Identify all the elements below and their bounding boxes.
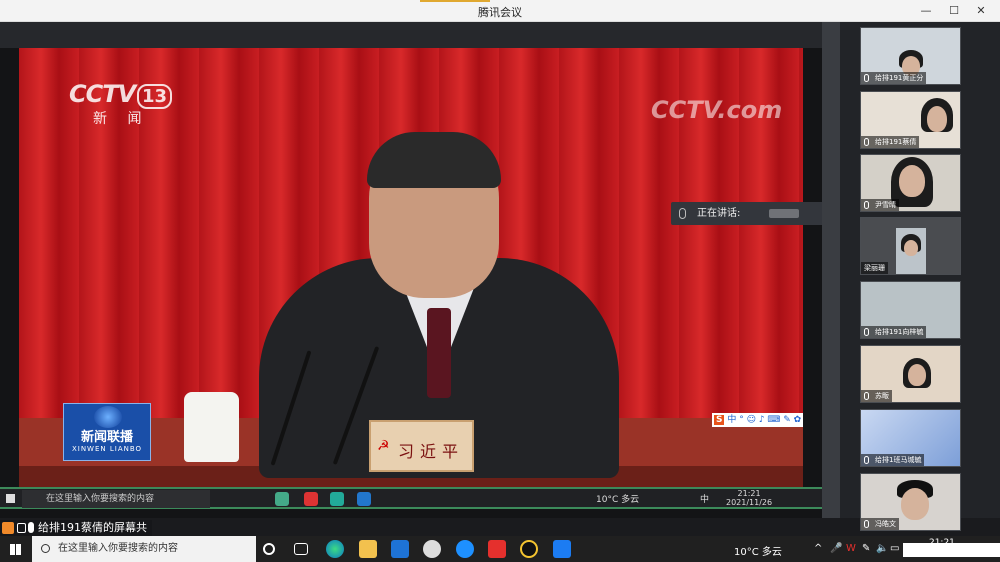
participant-face	[901, 488, 929, 520]
feishu-icon[interactable]	[456, 540, 474, 558]
qq-icon[interactable]	[520, 540, 538, 558]
shared-meeting-icon	[357, 492, 371, 506]
shared-screen: CCTV 13 新 闻 CCTV.com ☭ 习近平 新闻联播 XINWEN L…	[0, 48, 822, 518]
participant-tile[interactable]: 给排1班马城毓	[860, 409, 961, 467]
windows-taskbar: 在这里输入你要搜索的内容 10°C 多云 ^ 🎤 W ✎ 🔈 ▭ 英 21:21…	[0, 536, 1000, 562]
speaker-tie	[427, 308, 451, 398]
shared-date: 2021/11/26	[726, 498, 773, 507]
mail-icon[interactable]	[391, 540, 409, 558]
screen-share-bar[interactable]: 给排191蔡倩的屏幕共享	[0, 520, 152, 550]
shared-clock: 21:21 2021/11/26	[726, 489, 772, 507]
taskbar-search-box[interactable]: 在这里输入你要搜索的内容	[32, 536, 256, 562]
network-icon[interactable]: ▭	[890, 543, 899, 554]
globe-icon	[94, 406, 122, 428]
participant-face	[908, 364, 926, 386]
mic-tray-icon[interactable]: 🎤	[830, 543, 842, 554]
channel-name: 新 闻	[93, 111, 150, 127]
participant-label: 梁丽珊	[861, 262, 888, 274]
sogou-icon: S	[714, 415, 725, 425]
tea-cup	[184, 392, 239, 462]
shared-app-icon	[330, 492, 344, 506]
participant-tile[interactable]: 尹雪晴	[860, 154, 961, 212]
participant-label: 给排191蔡倩	[861, 136, 920, 148]
xinwen-lianbo-logo: 新闻联播 XINWEN LIANBO	[63, 403, 151, 461]
shared-taskbar: 在这里输入你要搜索的内容 10°C 多云 中 21:21 2021/11/26	[0, 487, 822, 509]
cctv-com-watermark: CCTV.com	[651, 96, 783, 124]
chevron-up-icon[interactable]: ^	[814, 543, 822, 554]
tencent-meeting-icon[interactable]	[553, 540, 571, 558]
file-explorer-icon[interactable]	[359, 540, 377, 558]
user-icon	[2, 522, 14, 534]
nameplate: ☭ 习近平	[369, 420, 474, 472]
shared-start-icon	[6, 494, 15, 503]
task-view-icon[interactable]	[263, 543, 275, 555]
shared-weather: 10°C 多云	[596, 495, 640, 505]
program-logo-en: XINWEN LIANBO	[71, 445, 143, 453]
participant-face	[899, 165, 925, 197]
wps-tray-icon[interactable]: W	[846, 543, 856, 554]
participant-label: 给排191向梓毓	[861, 326, 927, 338]
channel-number: 13	[137, 84, 173, 109]
start-button[interactable]	[10, 544, 21, 555]
nameplate-text: 习近平	[397, 442, 464, 461]
pen-tray-icon[interactable]: ✎	[862, 543, 870, 554]
mic-icon	[28, 522, 34, 533]
cctv-logo: CCTV	[69, 80, 136, 108]
participant-tile[interactable]: 梁丽珊	[860, 217, 961, 275]
widgets-icon[interactable]	[294, 543, 308, 555]
shared-ime: 中	[700, 495, 710, 505]
meeting-toolbar	[0, 22, 822, 48]
speaker	[259, 132, 619, 478]
title-accent	[420, 0, 490, 2]
volume-icon[interactable]: 🔈	[876, 543, 888, 554]
participant-tile[interactable]: 给排191黄正分	[860, 27, 961, 85]
mic-icon	[679, 208, 686, 219]
search-icon	[41, 544, 50, 553]
taskbar-time: 21:21	[928, 538, 955, 548]
window-titlebar: 腾讯会议 — ☐ ✕	[0, 0, 1000, 22]
participant-label: 冯皓文	[861, 518, 899, 530]
taskbar-date: 2021/11/26	[916, 549, 968, 559]
search-placeholder: 在这里输入你要搜索的内容	[58, 543, 178, 554]
taskbar-clock[interactable]: 21:21 2021/11/26	[916, 538, 968, 560]
shared-search-box: 在这里输入你要搜索的内容	[22, 490, 210, 508]
close-button[interactable]: ✕	[970, 2, 992, 20]
speaker-name-blurred	[769, 209, 799, 218]
participant-tile[interactable]: 苏畈	[860, 345, 961, 403]
participant-label: 苏畈	[861, 390, 892, 402]
shared-wps-icon	[304, 492, 318, 506]
participant-face	[904, 240, 918, 256]
participant-label: 尹雪晴	[861, 199, 899, 211]
edge-icon[interactable]	[326, 540, 344, 558]
participant-tile[interactable]: 给排191向梓毓	[860, 281, 961, 339]
maximize-button[interactable]: ☐	[943, 2, 965, 20]
ime-toolbar-label: 中 ° ☺ ♪ ⌨ ✎ ✿ ■	[727, 415, 803, 425]
minimize-button[interactable]: —	[915, 2, 937, 20]
speaker-hair	[367, 132, 501, 188]
app-icon[interactable]	[423, 540, 441, 558]
shared-time: 21:21	[737, 489, 761, 498]
emblem-icon: ☭	[377, 438, 390, 454]
program-logo-cn: 新闻联播	[80, 430, 133, 445]
speaking-label: 正在讲话:	[697, 208, 741, 219]
speaking-indicator: 正在讲话:	[671, 202, 829, 225]
panel-scrollbar[interactable]	[822, 22, 840, 518]
shared-chrome-icon	[275, 492, 289, 506]
participant-tile[interactable]: 给排191蔡倩	[860, 91, 961, 149]
ime-toolbar[interactable]: S 中 ° ☺ ♪ ⌨ ✎ ✿ ■	[712, 413, 803, 427]
participant-tile[interactable]: 冯皓文	[860, 473, 961, 531]
participant-label: 给排1班马城毓	[861, 454, 925, 466]
window-title: 腾讯会议	[478, 6, 522, 19]
wps-icon[interactable]	[488, 540, 506, 558]
participant-face	[927, 106, 947, 132]
participant-label: 给排191黄正分	[861, 72, 927, 84]
notification-icon[interactable]: ▤	[980, 543, 989, 554]
taskbar-weather[interactable]: 10°C 多云	[734, 543, 782, 558]
screen-icon	[17, 523, 26, 533]
video-frame: CCTV 13 新 闻 CCTV.com ☭ 习近平 新闻联播 XINWEN L…	[19, 48, 803, 488]
